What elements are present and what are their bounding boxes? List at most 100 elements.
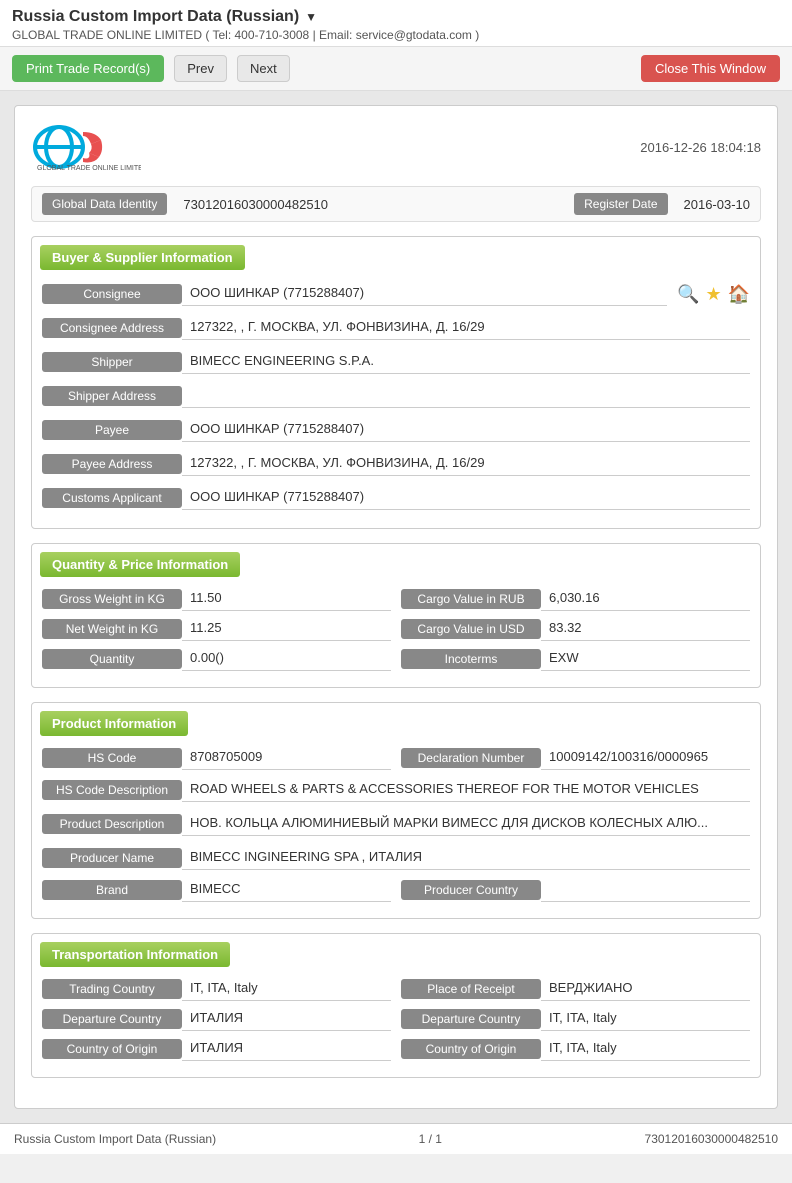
footer-center: 1 / 1 [419,1132,442,1146]
consignee-address-label: Consignee Address [42,318,182,338]
gross-weight-field: Gross Weight in KG 11.50 [42,587,391,611]
brand-field: Brand BIMECC [42,878,391,902]
star-icon[interactable]: ★ [705,284,721,305]
place-of-receipt-value: ВЕРДЖИАНО [541,977,750,1001]
transportation-section: Transportation Information Trading Count… [31,933,761,1078]
country-of-origin-left-value: ИТАЛИЯ [182,1037,391,1061]
shipper-address-row: Shipper Address [42,382,750,410]
cargo-usd-value: 83.32 [541,617,750,641]
toolbar: Print Trade Record(s) Prev Next Close Th… [0,47,792,91]
brand-producer-country-row: Brand BIMECC Producer Country [42,878,750,902]
place-of-receipt-field: Place of Receipt ВЕРДЖИАНО [401,977,750,1001]
cargo-rub-label: Cargo Value in RUB [401,589,541,609]
quantity-price-body: Gross Weight in KG 11.50 Cargo Value in … [32,581,760,687]
next-button[interactable]: Next [237,55,290,82]
product-description-row: Product Description НОВ. КОЛЬЦА АЛЮМИНИЕ… [42,810,750,838]
incoterms-label: Incoterms [401,649,541,669]
payee-row: Payee ООО ШИНКАР (7715288407) [42,416,750,444]
country-of-origin-left-label: Country of Origin [42,1039,182,1059]
consignee-label: Consignee [42,284,182,304]
shipper-row: Shipper BIMECC ENGINEERING S.P.A. [42,348,750,376]
buyer-supplier-section: Buyer & Supplier Information Consignee О… [31,236,761,529]
record-datetime: 2016-12-26 18:04:18 [640,140,761,155]
consignee-icons: 🔍 ★ 🏠 [677,284,750,305]
prev-button[interactable]: Prev [174,55,227,82]
country-of-origin-left-field: Country of Origin ИТАЛИЯ [42,1037,391,1061]
gross-weight-label: Gross Weight in KG [42,589,182,609]
trading-receipt-row: Trading Country IT, ITA, Italy Place of … [42,977,750,1001]
consignee-row: Consignee ООО ШИНКАР (7715288407) 🔍 ★ 🏠 [42,280,750,308]
title-dropdown-arrow[interactable]: ▼ [305,10,317,24]
hs-declaration-row: HS Code 8708705009 Declaration Number 10… [42,746,750,770]
cargo-usd-label: Cargo Value in USD [401,619,541,639]
gross-cargo-rub-row: Gross Weight in KG 11.50 Cargo Value in … [42,587,750,611]
page-footer: Russia Custom Import Data (Russian) 1 / … [0,1123,792,1154]
departure-country-right-label: Departure Country [401,1009,541,1029]
departure-country-left-field: Departure Country ИТАЛИЯ [42,1007,391,1031]
net-weight-label: Net Weight in KG [42,619,182,639]
consignee-address-value: 127322, , Г. МОСКВА, УЛ. ФОНВИЗИНА, Д. 1… [182,316,750,340]
cargo-rub-field: Cargo Value in RUB 6,030.16 [401,587,750,611]
footer-right: 73012016030000482510 [645,1132,778,1146]
quantity-incoterms-row: Quantity 0.00() Incoterms EXW [42,647,750,671]
main-content: GLOBAL TRADE ONLINE LIMITED 2016-12-26 1… [0,91,792,1123]
page-header: Russia Custom Import Data (Russian) ▼ GL… [0,0,792,47]
net-weight-value: 11.25 [182,617,391,641]
place-of-receipt-label: Place of Receipt [401,979,541,999]
quantity-field: Quantity 0.00() [42,647,391,671]
quantity-price-section: Quantity & Price Information Gross Weigh… [31,543,761,688]
product-title: Product Information [40,711,188,736]
producer-country-field: Producer Country [401,878,750,902]
net-cargo-usd-row: Net Weight in KG 11.25 Cargo Value in US… [42,617,750,641]
close-button[interactable]: Close This Window [641,55,780,82]
cargo-rub-value: 6,030.16 [541,587,750,611]
departure-country-left-label: Departure Country [42,1009,182,1029]
declaration-number-value: 10009142/100316/0000965 [541,746,750,770]
hs-description-label: HS Code Description [42,780,182,800]
departure-country-right-field: Departure Country IT, ITA, Italy [401,1007,750,1031]
payee-value: ООО ШИНКАР (7715288407) [182,418,750,442]
producer-name-label: Producer Name [42,848,182,868]
producer-country-value [541,878,750,902]
hs-description-value: ROAD WHEELS & PARTS & ACCESSORIES THEREO… [182,778,750,802]
incoterms-field: Incoterms EXW [401,647,750,671]
transportation-body: Trading Country IT, ITA, Italy Place of … [32,971,760,1077]
global-data-identity-label: Global Data Identity [42,193,167,215]
departure-country-row: Departure Country ИТАЛИЯ Departure Count… [42,1007,750,1031]
page-title: Russia Custom Import Data (Russian) ▼ [12,8,780,26]
print-button[interactable]: Print Trade Record(s) [12,55,164,82]
hs-description-row: HS Code Description ROAD WHEELS & PARTS … [42,776,750,804]
net-weight-field: Net Weight in KG 11.25 [42,617,391,641]
payee-label: Payee [42,420,182,440]
customs-applicant-label: Customs Applicant [42,488,182,508]
global-data-identity-value: 73012016030000482510 [183,197,558,212]
country-of-origin-row: Country of Origin ИТАЛИЯ Country of Orig… [42,1037,750,1061]
hs-code-value: 8708705009 [182,746,391,770]
payee-address-row: Payee Address 127322, , Г. МОСКВА, УЛ. Ф… [42,450,750,478]
shipper-address-value [182,384,750,408]
transportation-title: Transportation Information [40,942,230,967]
hs-code-field: HS Code 8708705009 [42,746,391,770]
declaration-number-label: Declaration Number [401,748,541,768]
producer-name-value: BIMECC INGINEERING SPA , ИТАЛИЯ [182,846,750,870]
page-subtitle: GLOBAL TRADE ONLINE LIMITED ( Tel: 400-7… [12,28,780,42]
customs-applicant-row: Customs Applicant ООО ШИНКАР (7715288407… [42,484,750,512]
product-description-value: НОВ. КОЛЬЦА АЛЮМИНИЕВЫЙ МАРКИ ВИМЕСС ДЛЯ… [182,812,750,836]
gross-weight-value: 11.50 [182,587,391,611]
producer-country-label: Producer Country [401,880,541,900]
customs-applicant-value: ООО ШИНКАР (7715288407) [182,486,750,510]
country-of-origin-right-field: Country of Origin IT, ITA, Italy [401,1037,750,1061]
home-icon[interactable]: 🏠 [728,284,750,305]
cargo-usd-field: Cargo Value in USD 83.32 [401,617,750,641]
shipper-value: BIMECC ENGINEERING S.P.A. [182,350,750,374]
svg-text:GLOBAL TRADE ONLINE LIMITED: GLOBAL TRADE ONLINE LIMITED [37,165,141,172]
footer-left: Russia Custom Import Data (Russian) [14,1132,216,1146]
country-of-origin-right-value: IT, ITA, Italy [541,1037,750,1061]
buyer-supplier-body: Consignee ООО ШИНКАР (7715288407) 🔍 ★ 🏠 … [32,274,760,528]
producer-name-row: Producer Name BIMECC INGINEERING SPA , И… [42,844,750,872]
declaration-field: Declaration Number 10009142/100316/00009… [401,746,750,770]
record-card: GLOBAL TRADE ONLINE LIMITED 2016-12-26 1… [14,105,778,1109]
search-icon[interactable]: 🔍 [677,284,699,305]
trading-country-label: Trading Country [42,979,182,999]
quantity-value: 0.00() [182,647,391,671]
